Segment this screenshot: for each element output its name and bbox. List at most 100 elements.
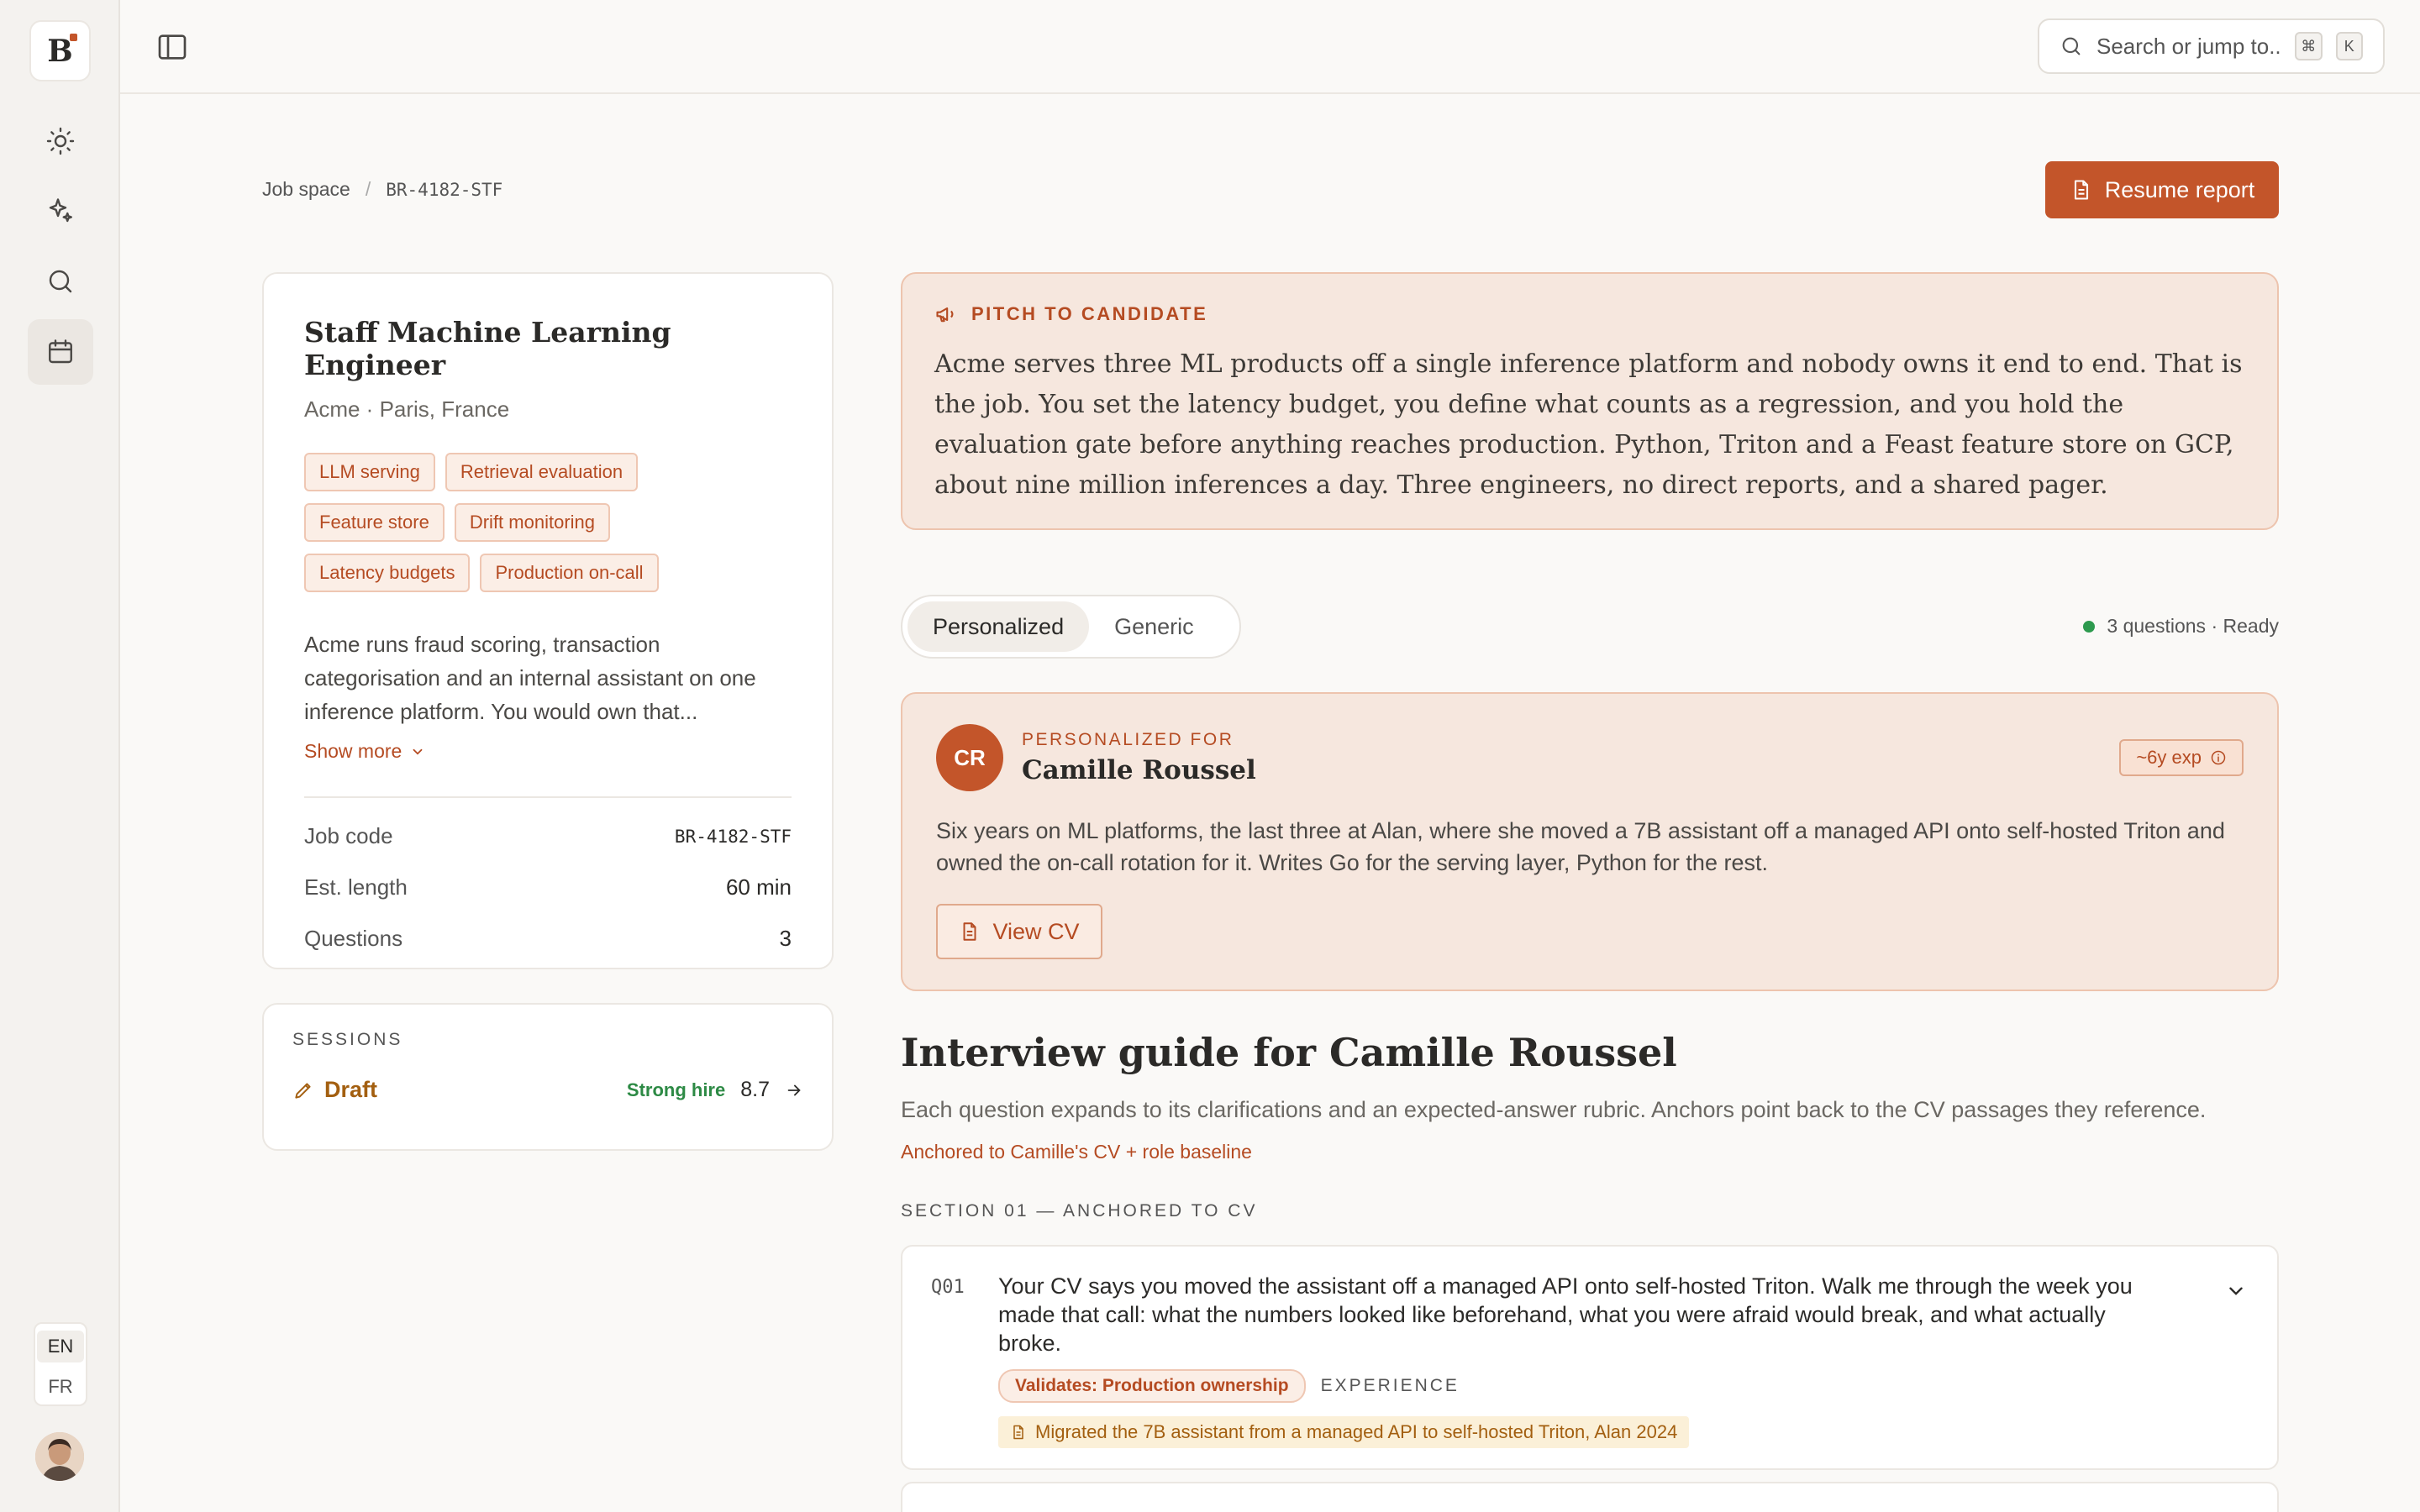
job-description: Acme runs fraud scoring, transaction cat…: [304, 632, 756, 724]
shortcut-key-cmd: ⌘: [2295, 32, 2323, 60]
show-more-link[interactable]: Show more: [304, 740, 792, 763]
field-label: Job code: [304, 823, 393, 848]
search-icon: [2062, 37, 2081, 55]
questions-row: Questions 3: [304, 926, 792, 952]
question-card[interactable]: Q01 Your CV says you moved the assistant…: [901, 1245, 2279, 1470]
pitch-card: PITCH TO CANDIDATE Acme serves three ML …: [901, 272, 2279, 530]
view-cv-label: View CV: [992, 918, 1080, 944]
candidate-avatar: CR: [936, 724, 1003, 791]
field-label: Est. length: [304, 874, 408, 900]
job-code-row: Job code BR-4182-STF: [304, 823, 792, 849]
validates-badge: Validates: Production ownership: [998, 1369, 1306, 1403]
skill-tag: Feature store: [304, 503, 445, 542]
divider: [304, 796, 792, 798]
guide-status: 3 questions · Ready: [2083, 615, 2279, 638]
tab-generic[interactable]: Generic: [1089, 601, 1219, 652]
skill-tag: Latency budgets: [304, 554, 471, 592]
pencil-icon: [295, 1082, 311, 1099]
candidate-card: CR PERSONALIZED FOR Camille Roussel ~6y …: [901, 692, 2279, 991]
user-avatar[interactable]: [35, 1432, 84, 1481]
section-label: SECTION 01 — ANCHORED TO CV: [901, 1201, 1258, 1221]
skill-tag: Production on-call: [480, 554, 659, 592]
job-location: Acme · Paris, France: [304, 396, 510, 422]
lang-fr[interactable]: FR: [48, 1376, 72, 1398]
question-card-next[interactable]: [901, 1482, 2279, 1512]
experience-label: ~6y exp: [2136, 747, 2202, 768]
session-status: Draft: [292, 1077, 377, 1103]
skill-tag: LLM serving: [304, 453, 435, 491]
cv-anchor-text: Migrated the 7B assistant from a managed…: [1035, 1421, 1678, 1442]
breadcrumb-parent[interactable]: Job space: [262, 178, 350, 201]
session-result: Strong hire 8.7: [627, 1078, 803, 1102]
search-icon: [49, 270, 72, 293]
shortcut-key-k: K: [2335, 32, 2363, 60]
skill-tag: Drift monitoring: [454, 503, 610, 542]
guide-subtitle: Each question expands to its clarificati…: [901, 1097, 2207, 1122]
info-icon: [2211, 750, 2226, 765]
search-input[interactable]: [2096, 33, 2281, 60]
candidate-name: Camille Roussel: [1022, 755, 1256, 785]
arrow-right-icon: [787, 1084, 801, 1095]
sessions-card: SESSIONS Draft Strong hire 8.7: [262, 1003, 834, 1151]
candidate-header: CR PERSONALIZED FOR Camille Roussel: [936, 724, 2244, 791]
app-logo[interactable]: B: [29, 20, 91, 81]
lang-en[interactable]: EN: [37, 1331, 84, 1362]
question-kind: EXPERIENCE: [1320, 1376, 1460, 1395]
guide-anchor-note: Anchored to Camille's CV + role baseline: [901, 1141, 1252, 1163]
nav-search-button[interactable]: [28, 249, 93, 314]
question-number: Q01: [931, 1277, 965, 1298]
question-mode-tabs: Personalized Generic: [901, 595, 1241, 659]
top-bar: ⌘ K: [120, 0, 2420, 94]
pitch-text: Acme serves three ML products off a sing…: [934, 349, 2243, 500]
nav-calendar-button[interactable]: [28, 319, 93, 385]
breadcrumb-separator: /: [365, 178, 371, 200]
sun-icon: [46, 127, 75, 155]
document-icon: [2074, 180, 2088, 200]
est-length-row: Est. length 60 min: [304, 874, 792, 900]
document-icon: [1013, 1425, 1023, 1440]
calendar-icon: [49, 339, 72, 364]
chevron-down-icon[interactable]: [2225, 1280, 2247, 1302]
question-meta: Validates: Production ownership EXPERIEN…: [998, 1369, 2249, 1403]
avatar-image: [35, 1432, 84, 1481]
language-switcher: EN FR: [34, 1322, 87, 1406]
pitch-label: PITCH TO CANDIDATE: [971, 303, 1208, 324]
resume-report-button[interactable]: Resume report: [2045, 161, 2279, 218]
sparkle-icon: [49, 198, 72, 223]
megaphone-icon: [936, 307, 954, 323]
question-row: Q01 Your CV says you moved the assistant…: [931, 1272, 2249, 1357]
document-icon: [963, 922, 976, 941]
job-card: Staff Machine Learning Engineer Acme · P…: [262, 272, 834, 969]
experience-badge[interactable]: ~6y exp: [2119, 739, 2244, 776]
session-row[interactable]: Draft Strong hire 8.7: [292, 1077, 803, 1103]
chevron-down-icon: [413, 748, 423, 755]
field-label: Questions: [304, 926, 403, 951]
session-verdict: Strong hire: [626, 1079, 726, 1100]
status-text: 3 questions · Ready: [2107, 615, 2279, 637]
field-value: 60 min: [725, 874, 792, 900]
cv-anchor[interactable]: Migrated the 7B assistant from a managed…: [998, 1416, 1690, 1448]
tab-personalized[interactable]: Personalized: [908, 601, 1090, 652]
global-search[interactable]: ⌘ K: [2038, 18, 2385, 74]
nav-theme-button[interactable]: [28, 108, 93, 174]
personalized-for-label: PERSONALIZED FOR: [1022, 730, 1234, 749]
sessions-heading: SESSIONS: [292, 1030, 403, 1049]
resume-report-label: Resume report: [2104, 176, 2255, 202]
field-value: BR-4182-STF: [674, 826, 792, 847]
job-title: Staff Machine Learning Engineer: [304, 316, 671, 381]
show-more-label: Show more: [304, 740, 402, 762]
sidebar: B EN FR: [0, 0, 120, 1512]
skill-tags: LLM serving Retrieval evaluation Feature…: [304, 453, 775, 592]
nav-ai-button[interactable]: [28, 178, 93, 244]
field-value: 3: [779, 926, 792, 951]
candidate-summary: Six years on ML platforms, the last thre…: [936, 818, 2225, 875]
view-cv-button[interactable]: View CV: [936, 904, 1102, 959]
session-score: 8.7: [740, 1078, 770, 1101]
breadcrumb-current: BR-4182-STF: [386, 179, 503, 200]
session-status-label: Draft: [324, 1077, 378, 1102]
skill-tag: Retrieval evaluation: [445, 453, 639, 491]
pitch-heading: PITCH TO CANDIDATE: [934, 302, 2245, 326]
sidebar-toggle-icon[interactable]: [155, 30, 189, 64]
status-dot: [2083, 620, 2096, 633]
question-text: Your CV says you moved the assistant off…: [998, 1273, 2133, 1356]
